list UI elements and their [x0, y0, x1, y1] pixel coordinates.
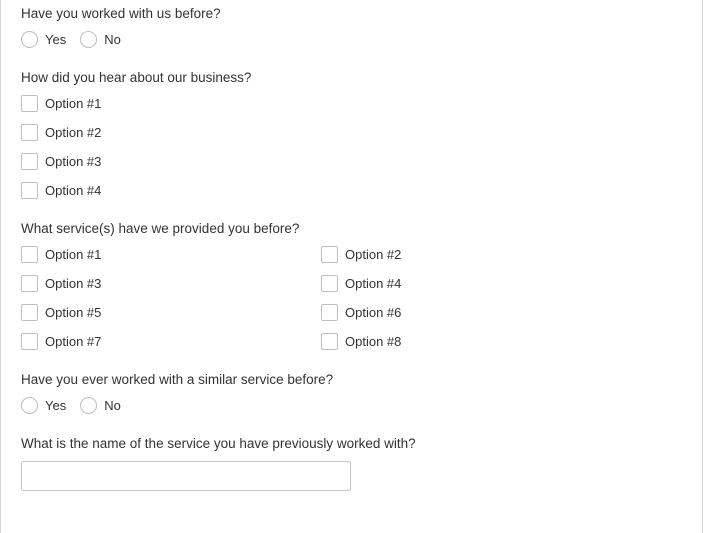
question-services-provided: What service(s) have we provided you bef… [21, 221, 682, 350]
question-hear-about: How did you hear about our business? Opt… [21, 70, 682, 199]
checkbox-label: Option #3 [45, 276, 101, 291]
question-worked-before: Have you worked with us before? Yes No [21, 6, 682, 48]
checkbox-option[interactable]: Option #5 [21, 304, 321, 321]
checkbox-icon [21, 95, 38, 112]
question-label: How did you hear about our business? [21, 70, 682, 85]
checkbox-icon [21, 333, 38, 350]
checkbox-option[interactable]: Option #6 [321, 304, 682, 321]
checkbox-label: Option #1 [45, 96, 101, 111]
checkbox-icon [21, 304, 38, 321]
checkbox-option[interactable]: Option #7 [21, 333, 321, 350]
checkbox-option[interactable]: Option #2 [21, 124, 682, 141]
service-name-input[interactable] [21, 461, 351, 491]
checkbox-option[interactable]: Option #4 [321, 275, 682, 292]
checkbox-option[interactable]: Option #1 [21, 95, 682, 112]
checkbox-label: Option #8 [345, 334, 401, 349]
checkbox-icon [21, 153, 38, 170]
checkbox-group: Option #1 Option #2 Option #3 Option #4 [21, 95, 682, 199]
checkbox-icon [21, 182, 38, 199]
radio-icon [21, 31, 38, 48]
checkbox-icon [21, 275, 38, 292]
checkbox-option[interactable]: Option #3 [21, 275, 321, 292]
radio-option-no[interactable]: No [80, 31, 121, 48]
radio-option-no[interactable]: No [80, 397, 121, 414]
checkbox-option[interactable]: Option #1 [21, 246, 321, 263]
checkbox-icon [21, 124, 38, 141]
checkbox-option[interactable]: Option #3 [21, 153, 682, 170]
checkbox-label: Option #4 [345, 276, 401, 291]
checkbox-label: Option #4 [45, 183, 101, 198]
radio-label: Yes [45, 32, 66, 47]
checkbox-icon [321, 246, 338, 263]
radio-icon [80, 31, 97, 48]
checkbox-label: Option #2 [45, 125, 101, 140]
radio-option-yes[interactable]: Yes [21, 31, 66, 48]
radio-icon [21, 397, 38, 414]
form-panel: Have you worked with us before? Yes No H… [0, 0, 703, 533]
radio-group: Yes No [21, 397, 682, 414]
radio-option-yes[interactable]: Yes [21, 397, 66, 414]
checkbox-label: Option #2 [345, 247, 401, 262]
checkbox-option[interactable]: Option #2 [321, 246, 682, 263]
question-service-name: What is the name of the service you have… [21, 436, 682, 491]
radio-label: No [104, 398, 121, 413]
checkbox-grid: Option #1 Option #2 Option #3 Option #4 … [21, 246, 682, 350]
checkbox-icon [321, 333, 338, 350]
checkbox-label: Option #7 [45, 334, 101, 349]
checkbox-icon [321, 304, 338, 321]
radio-group: Yes No [21, 31, 682, 48]
radio-label: No [104, 32, 121, 47]
checkbox-icon [321, 275, 338, 292]
checkbox-label: Option #5 [45, 305, 101, 320]
checkbox-icon [21, 246, 38, 263]
question-label: What service(s) have we provided you bef… [21, 221, 682, 236]
checkbox-option[interactable]: Option #4 [21, 182, 682, 199]
checkbox-label: Option #1 [45, 247, 101, 262]
radio-icon [80, 397, 97, 414]
checkbox-option[interactable]: Option #8 [321, 333, 682, 350]
checkbox-label: Option #6 [345, 305, 401, 320]
question-label: What is the name of the service you have… [21, 436, 682, 451]
question-label: Have you worked with us before? [21, 6, 682, 21]
radio-label: Yes [45, 398, 66, 413]
checkbox-label: Option #3 [45, 154, 101, 169]
question-label: Have you ever worked with a similar serv… [21, 372, 682, 387]
question-similar-service: Have you ever worked with a similar serv… [21, 372, 682, 414]
